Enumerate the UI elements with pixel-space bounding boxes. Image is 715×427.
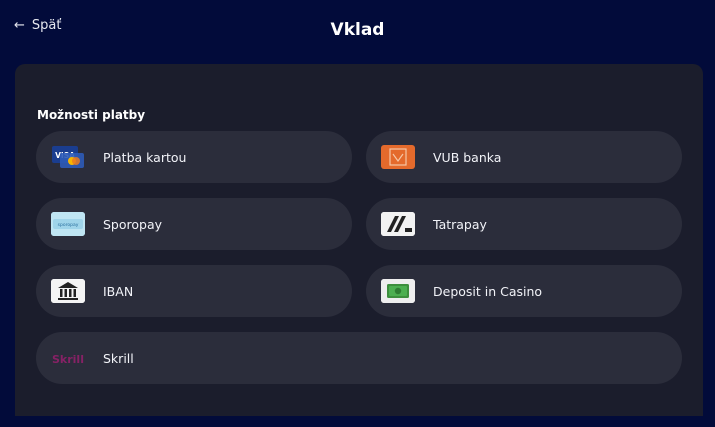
option-label: Skrill [103,350,134,366]
option-label: Platba kartou [103,149,187,165]
vub-bank-icon [381,145,415,169]
option-vub-banka[interactable]: VUB banka [366,131,682,183]
top-bar: ← Späť Vklad [0,0,715,60]
option-label: Sporopay [103,216,163,232]
option-iban[interactable]: IBAN [36,265,352,317]
payment-options-panel: Možnosti platby VISA Platba kartou [15,64,703,416]
sporopay-logo-text: sporopay [58,222,79,228]
option-platba-kartou[interactable]: VISA Platba kartou [36,131,352,183]
option-deposit-in-casino[interactable]: Deposit in Casino [366,265,682,317]
option-label: VUB banka [433,149,502,165]
option-tatrapay[interactable]: Tatrapay [366,198,682,250]
cash-icon [381,279,415,303]
option-skrill[interactable]: Skrill Skrill [36,332,682,384]
option-label: Tatrapay [433,216,487,232]
deposit-page: ← Späť Vklad Možnosti platby VISA Platba… [0,0,715,427]
section-label: Možnosti platby [37,108,146,122]
option-label: Deposit in Casino [433,283,543,299]
skrill-logo-text: Skrill [52,353,84,366]
option-label: IBAN [103,283,134,299]
sporopay-icon: sporopay [51,212,85,236]
skrill-icon: Skrill [51,346,85,370]
visa-card-icon: VISA [51,145,85,169]
page-title: Vklad [330,20,385,40]
bank-building-icon [51,279,85,303]
option-sporopay[interactable]: sporopay Sporopay [36,198,352,250]
tatrapay-icon [381,212,415,236]
